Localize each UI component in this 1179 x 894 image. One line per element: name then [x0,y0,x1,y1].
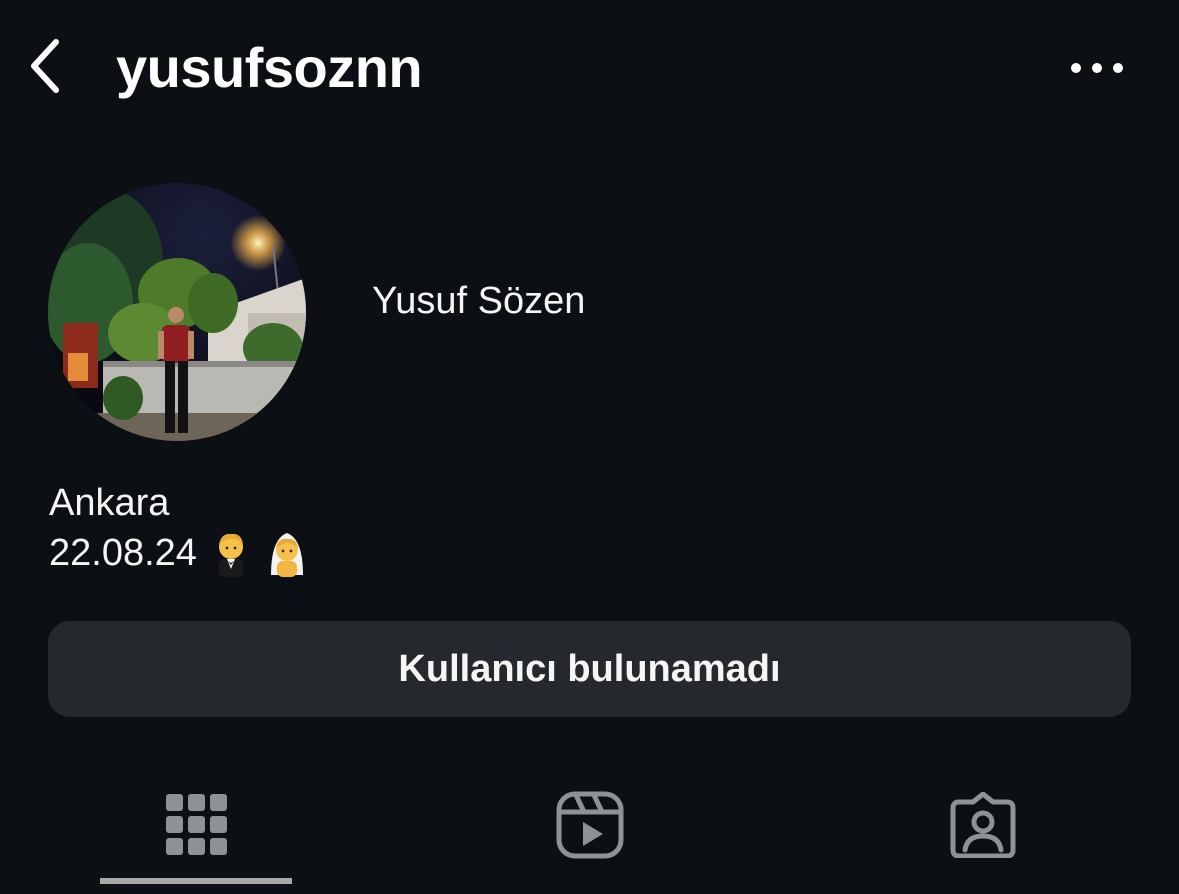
bio-date: 22.08.24 [49,532,197,574]
groom-emoji-icon [218,533,243,577]
back-button[interactable] [22,36,70,96]
tab-reels[interactable] [440,770,740,880]
user-not-found-banner: Kullanıcı bulunamadı [48,621,1131,717]
profile-page: yusufsoznn Yusuf Sözen Ankara 22.08.24 K… [0,0,1179,894]
profile-avatar[interactable] [48,183,306,441]
more-horizontal-icon [1071,63,1123,73]
profile-username: yusufsoznn [116,36,423,99]
tab-tagged[interactable] [833,770,1133,880]
active-tab-indicator [100,878,292,884]
tab-posts-grid[interactable] [47,770,347,880]
profile-bio: Ankara 22.08.24 [49,478,309,578]
tagged-icon [950,792,1016,858]
more-options-button[interactable] [1062,48,1132,88]
bride-emoji-icon [270,533,303,577]
status-message: Kullanıcı bulunamadı [398,647,781,690]
bio-location: Ankara [49,482,170,524]
reels-icon [556,791,624,859]
avatar-image [48,183,306,441]
chevron-left-icon [31,39,59,93]
grid-icon [166,794,227,855]
profile-display-name: Yusuf Sözen [372,280,586,322]
